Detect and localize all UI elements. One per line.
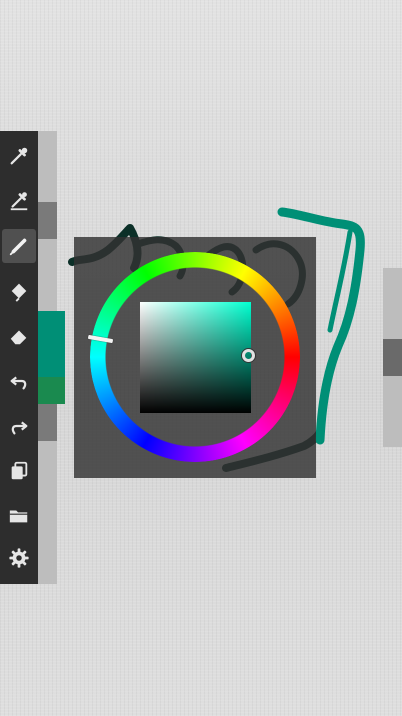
- layers-tool[interactable]: [2, 454, 36, 488]
- open-folder-tool[interactable]: [2, 499, 36, 533]
- undo-tool[interactable]: [2, 364, 36, 398]
- brush-icon: [9, 238, 27, 256]
- brush-size-thumb[interactable]: [38, 202, 57, 239]
- eyedropper-pen-icon: [10, 192, 28, 211]
- right-side-slider[interactable]: [383, 268, 402, 447]
- sv-black-layer: [140, 302, 251, 413]
- tool-sidebar: [0, 131, 38, 584]
- settings-tool[interactable]: [2, 541, 36, 575]
- brush-tool[interactable]: [2, 229, 36, 263]
- layers-icon: [11, 461, 28, 480]
- saturation-value-square[interactable]: [140, 302, 251, 413]
- folder-icon: [9, 510, 29, 523]
- undo-icon: [10, 376, 27, 390]
- previous-color-swatch[interactable]: [38, 377, 65, 404]
- redo-tool[interactable]: [2, 409, 36, 443]
- color-swatches: [38, 311, 65, 404]
- gear-icon: [9, 548, 29, 568]
- current-color-swatch[interactable]: [38, 311, 65, 377]
- color-picker-panel: [74, 237, 316, 478]
- eraser-tool[interactable]: [2, 319, 36, 353]
- brush-opacity-thumb[interactable]: [38, 404, 57, 441]
- right-slider-thumb[interactable]: [383, 339, 402, 376]
- fill-tool[interactable]: [2, 274, 36, 308]
- eraser-icon: [10, 330, 27, 345]
- sv-marker[interactable]: [242, 349, 255, 362]
- eyedropper-tool[interactable]: [2, 139, 36, 173]
- eyedropper-pen-tool[interactable]: [2, 184, 36, 218]
- redo-icon: [11, 421, 28, 435]
- fill-bucket-icon: [11, 283, 27, 302]
- eyedropper-icon: [10, 147, 28, 165]
